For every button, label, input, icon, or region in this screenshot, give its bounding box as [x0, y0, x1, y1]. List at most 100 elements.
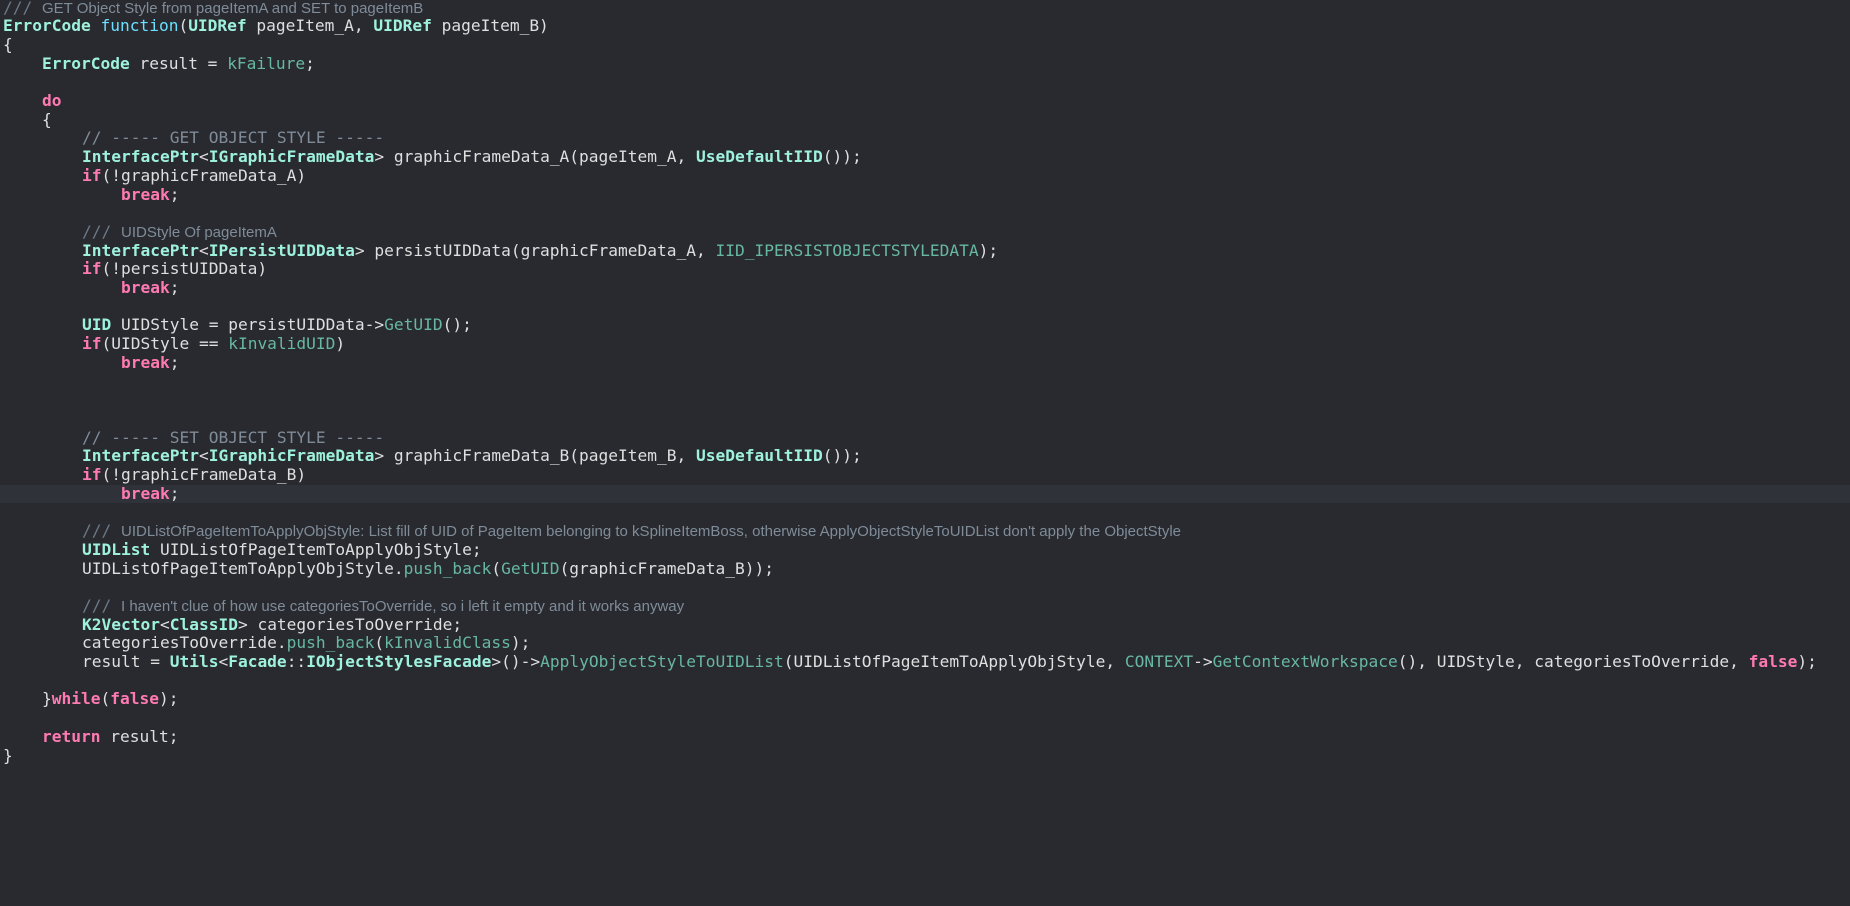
code-token: false	[110, 689, 159, 709]
code-line[interactable]: ErrorCode result = kFailure;	[0, 53, 1850, 74]
code-line[interactable]	[0, 709, 1850, 728]
code-token: UIDRef	[373, 16, 432, 36]
code-token: Facade	[228, 652, 287, 671]
code-token: ErrorCode	[3, 16, 91, 36]
code-token: GetUID	[384, 315, 443, 335]
code-token: > persistUIDData(graphicFrameData_A,	[354, 240, 716, 260]
code-token: return	[42, 726, 101, 746]
code-token: GetContextWorkspace	[1212, 652, 1398, 671]
code-token: UIDListOfPageItemToApplyObjStyle;	[150, 539, 482, 559]
code-line[interactable]: {	[0, 35, 1850, 55]
code-line[interactable]: categoriesToOverride.push_back(kInvalidC…	[0, 633, 1850, 653]
code-token: (!graphicFrameData_A)	[101, 165, 307, 185]
code-line[interactable]	[0, 298, 1850, 317]
code-line[interactable]: UID UIDStyle = persistUIDData->GetUID();	[0, 316, 1850, 335]
code-line[interactable]	[0, 410, 1850, 429]
code-editor[interactable]: /// GET Object Style from pageItemA and …	[0, 0, 1850, 906]
code-line[interactable]: break;	[0, 352, 1850, 373]
code-token: );	[510, 633, 531, 653]
code-token: // ----- SET OBJECT STYLE -----	[82, 427, 385, 447]
code-token: ///	[82, 221, 121, 241]
code-line[interactable]: InterfacePtr<IPersistUIDData> persistUID…	[0, 240, 1850, 261]
code-token: do	[42, 91, 62, 110]
code-line[interactable]	[0, 73, 1850, 92]
code-token: IPersistUIDData	[208, 240, 355, 260]
code-token: CONTEXT	[1124, 652, 1194, 671]
code-token: );	[1797, 652, 1817, 671]
code-line[interactable]: K2Vector<ClassID> categoriesToOverride;	[0, 614, 1850, 635]
code-token: false	[1748, 652, 1798, 671]
code-token: <	[198, 147, 209, 167]
code-token: kInvalidUID	[228, 334, 336, 354]
code-token: ->	[1193, 652, 1213, 671]
code-line[interactable]: }while(false);	[0, 690, 1850, 709]
code-line[interactable]	[0, 672, 1850, 691]
code-token: result =	[82, 652, 170, 671]
code-line[interactable]: do	[0, 91, 1850, 111]
code-line[interactable]: InterfacePtr<IGraphicFrameData> graphicF…	[0, 147, 1850, 167]
code-token: ///	[3, 0, 42, 17]
code-line[interactable]: ErrorCode function(UIDRef pageItem_A, UI…	[0, 16, 1850, 36]
code-token: >()->	[491, 652, 541, 671]
code-token: );	[158, 689, 179, 709]
code-token: ;	[169, 352, 180, 372]
code-token: ());	[822, 147, 862, 167]
code-line[interactable]: break;	[0, 185, 1850, 205]
code-token: UID	[82, 315, 112, 335]
code-token: result =	[129, 53, 228, 73]
code-line[interactable]: if(!graphicFrameData_B)	[0, 465, 1850, 485]
code-token: ///	[82, 595, 121, 615]
code-line[interactable]	[0, 373, 1850, 392]
code-line[interactable]: /// UIDStyle Of pageItemA	[0, 221, 1850, 242]
code-line[interactable]: /// I haven't clue of how use categories…	[0, 595, 1850, 616]
code-line[interactable]: {	[0, 109, 1850, 130]
code-token: ErrorCode	[42, 53, 130, 73]
code-line[interactable]: if(!persistUIDData)	[0, 259, 1850, 279]
code-token: }	[3, 745, 13, 765]
code-token: K2Vector	[82, 614, 160, 634]
code-token: InterfacePtr	[82, 240, 199, 260]
code-line[interactable]	[0, 204, 1850, 223]
code-token: if	[82, 259, 102, 279]
code-line[interactable]	[0, 578, 1850, 597]
code-line[interactable]: /// UIDListOfPageItemToApplyObjStyle: Li…	[0, 521, 1850, 541]
code-token: IObjectStylesFacade	[306, 652, 492, 671]
code-line[interactable]: // ----- GET OBJECT STYLE -----	[0, 129, 1850, 148]
code-line[interactable]: return result;	[0, 726, 1850, 747]
code-line[interactable]	[0, 503, 1850, 522]
code-line[interactable]: // ----- SET OBJECT STYLE -----	[0, 427, 1850, 448]
code-token: )	[335, 334, 346, 354]
code-token: (	[178, 16, 189, 36]
code-token: I haven't clue of how use categoriesToOv…	[120, 597, 685, 615]
code-line[interactable]: UIDListOfPageItemToApplyObjStyle.push_ba…	[0, 558, 1850, 579]
code-token: push_back	[403, 558, 492, 578]
code-line[interactable]: result = Utils<Facade::IObjectStylesFaca…	[0, 652, 1850, 672]
code-token: (	[491, 558, 502, 578]
code-token: {	[42, 109, 52, 129]
code-token: // ----- GET OBJECT STYLE -----	[82, 128, 385, 148]
code-token: (), UIDStyle, categoriesToOverride,	[1397, 652, 1749, 671]
code-token: (!persistUIDData)	[101, 259, 268, 279]
code-line-current[interactable]: break;	[0, 484, 1850, 504]
code-token: > graphicFrameData_B(pageItem_B,	[374, 446, 696, 466]
code-token: <	[218, 652, 229, 671]
code-token: if	[82, 465, 102, 484]
code-token: kFailure	[227, 53, 306, 73]
code-line[interactable]: break;	[0, 278, 1850, 298]
code-token: Utils	[169, 652, 219, 671]
code-line[interactable]: }	[0, 745, 1850, 766]
code-line[interactable]	[0, 391, 1850, 410]
code-line[interactable]: if(UIDStyle == kInvalidUID)	[0, 334, 1850, 354]
code-line[interactable]: if(!graphicFrameData_A)	[0, 165, 1850, 186]
code-token: InterfacePtr	[82, 446, 199, 466]
code-line[interactable]: /// GET Object Style from pageItemA and …	[0, 0, 1850, 17]
code-token: InterfacePtr	[82, 147, 199, 167]
code-token: IGraphicFrameData	[208, 147, 375, 167]
code-line[interactable]: InterfacePtr<IGraphicFrameData> graphicF…	[0, 446, 1850, 466]
code-token: <	[198, 446, 209, 466]
code-token: (UIDListOfPageItemToApplyObjStyle,	[783, 652, 1125, 671]
code-line[interactable]: UIDList UIDListOfPageItemToApplyObjStyle…	[0, 539, 1850, 560]
code-token: ;	[305, 53, 315, 73]
code-token: ApplyObjectStyleToUIDList	[540, 652, 784, 671]
